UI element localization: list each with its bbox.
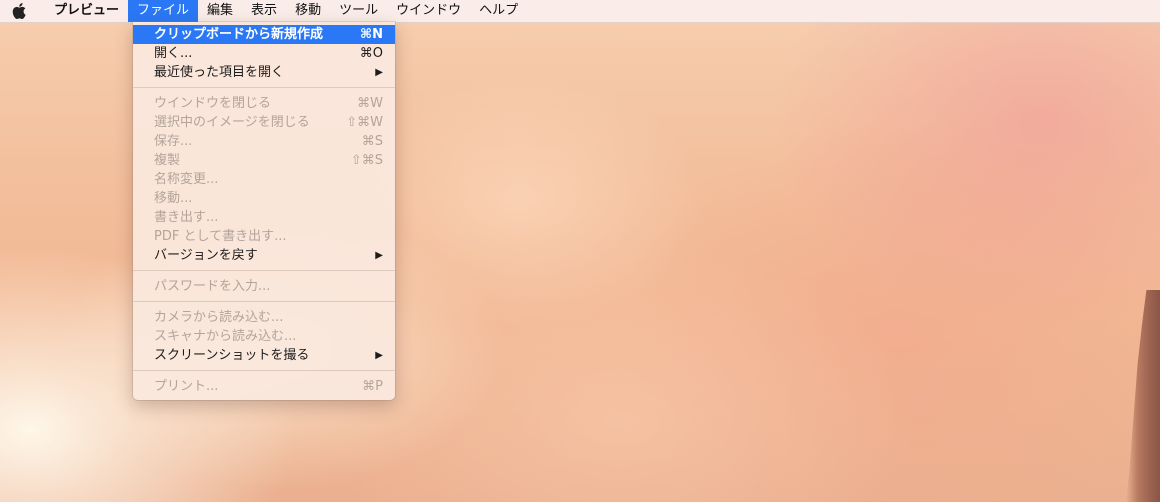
menu-item-label: 最近使った項目を開く [154,65,285,80]
menu-tools[interactable]: ツール [330,0,387,22]
menu-view[interactable]: 表示 [242,0,286,22]
menu-item-new-from-clipboard[interactable]: クリップボードから新規作成 ⌘N [133,25,395,44]
menu-window[interactable]: ウインドウ [387,0,470,22]
menu-item-shortcut: ⌘W [357,96,383,111]
menu-separator [133,301,395,302]
menu-item-shortcut: ⇧⌘W [346,115,383,130]
menu-item-print: プリント... ⌘P [133,377,395,396]
menu-item-label: クリップボードから新規作成 [154,27,324,42]
menu-item-label: 開く... [154,46,193,61]
menu-item-open-recent[interactable]: 最近使った項目を開く ▶ [133,63,395,82]
apple-logo-icon [12,3,26,19]
desktop-cliff-rock [1126,290,1160,502]
menu-item-label: パスワードを入力... [154,279,271,294]
menu-item-rename: 名称変更... [133,170,395,189]
menu-item-label: スクリーンショットを撮る [154,348,310,363]
menu-item-move: 移動... [133,189,395,208]
menu-item-label: 選択中のイメージを閉じる [154,115,310,130]
menu-item-label: 名称変更... [154,172,219,187]
menu-item-import-camera: カメラから読み込む... [133,308,395,327]
menu-edit[interactable]: 編集 [198,0,242,22]
menu-item-label: 保存... [154,134,193,149]
menu-item-take-screenshot[interactable]: スクリーンショットを撮る ▶ [133,346,395,365]
menu-item-label: プリント... [154,379,219,394]
menu-item-export-pdf: PDF として書き出す... [133,227,395,246]
menu-file[interactable]: ファイル [128,0,199,22]
menu-item-close-selected-image: 選択中のイメージを閉じる ⇧⌘W [133,113,395,132]
menu-go[interactable]: 移動 [286,0,330,22]
menu-item-label: PDF として書き出す... [154,229,287,244]
menu-item-label: 複製 [154,153,181,168]
menu-app-name[interactable]: プレビュー [44,0,128,22]
menu-item-shortcut: ⌘P [362,379,383,394]
menu-item-close-window: ウインドウを閉じる ⌘W [133,94,395,113]
apple-menu[interactable] [12,3,44,19]
menu-item-label: カメラから読み込む... [154,310,284,325]
menu-item-duplicate: 複製 ⇧⌘S [133,151,395,170]
submenu-arrow-icon: ▶ [375,350,383,361]
menu-help[interactable]: ヘルプ [470,0,527,22]
menu-separator [133,87,395,88]
menu-item-shortcut: ⌘O [359,46,383,61]
menu-item-revert-to[interactable]: バージョンを戻す ▶ [133,246,395,265]
menu-item-export: 書き出す... [133,208,395,227]
menu-item-open[interactable]: 開く... ⌘O [133,44,395,63]
submenu-arrow-icon: ▶ [375,67,383,78]
menu-item-import-scanner: スキャナから読み込む... [133,327,395,346]
menu-item-save: 保存... ⌘S [133,132,395,151]
menu-item-label: 書き出す... [154,210,219,225]
menu-separator [133,270,395,271]
file-menu-dropdown: クリップボードから新規作成 ⌘N 開く... ⌘O 最近使った項目を開く ▶ ウ… [133,22,395,400]
menu-item-label: ウインドウを閉じる [154,96,272,111]
menu-item-shortcut: ⌘S [361,134,383,149]
menu-bar: プレビュー ファイル 編集 表示 移動 ツール ウインドウ ヘルプ [0,0,1160,23]
menu-item-label: バージョンを戻す [154,248,258,263]
menu-separator [133,370,395,371]
menu-item-shortcut: ⇧⌘S [350,153,383,168]
menu-item-enter-password: パスワードを入力... [133,277,395,296]
menu-item-label: スキャナから読み込む... [154,329,297,344]
menu-item-label: 移動... [154,191,193,206]
menu-item-shortcut: ⌘N [360,27,383,42]
submenu-arrow-icon: ▶ [375,250,383,261]
